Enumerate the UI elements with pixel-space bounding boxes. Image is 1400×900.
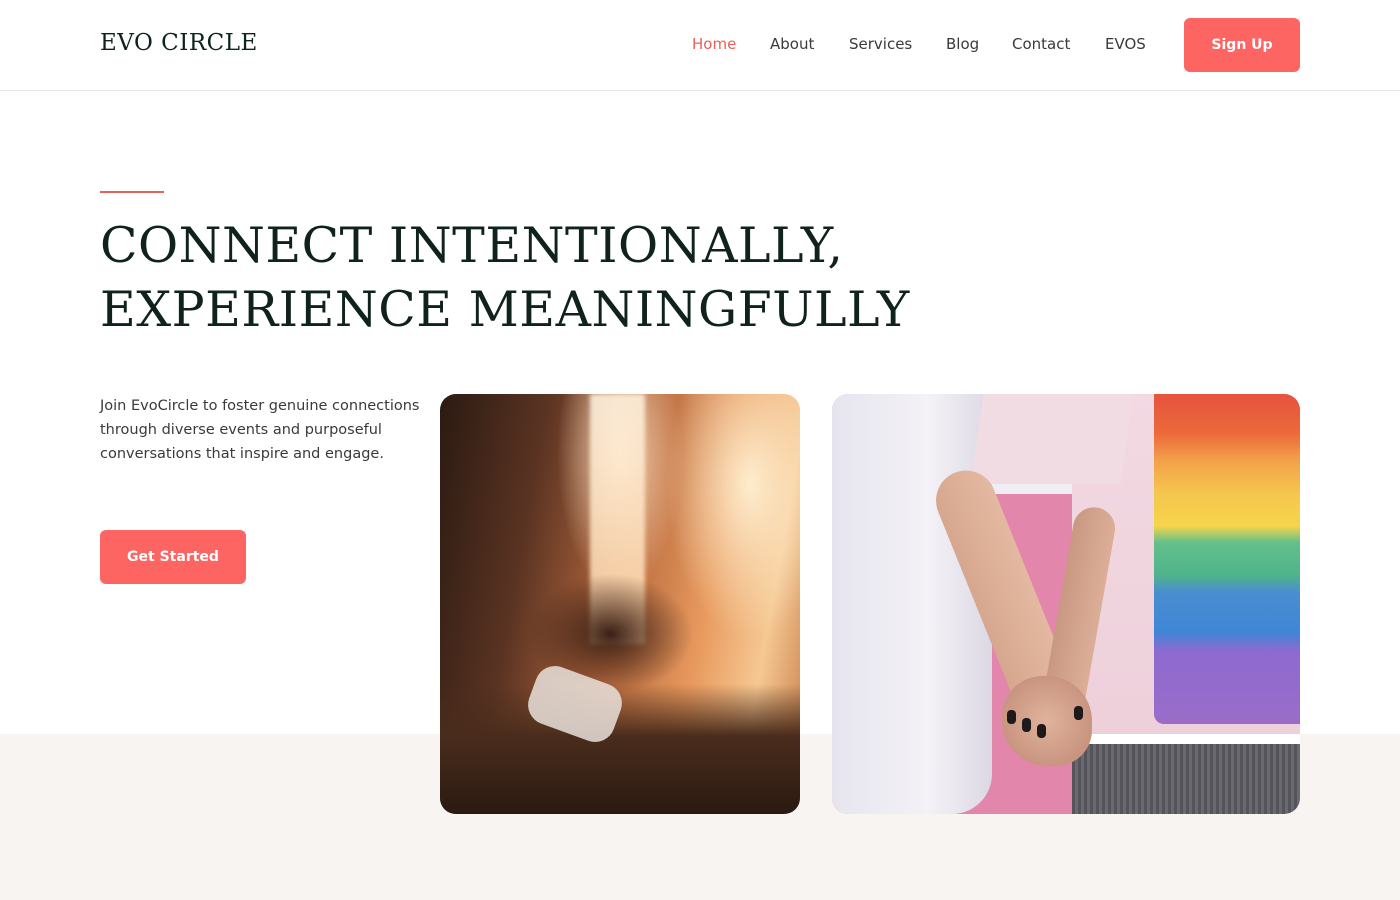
hero-title-line-1: CONNECT INTENTIONALLY, xyxy=(100,217,844,274)
jeans xyxy=(1072,744,1300,814)
painted-nail xyxy=(1007,710,1016,724)
painted-nail xyxy=(1037,724,1046,738)
rainbow-flag xyxy=(1154,394,1300,724)
get-started-button[interactable]: Get Started xyxy=(100,530,246,584)
hero-image-woman-sunlit-room xyxy=(440,394,800,814)
sign-up-button[interactable]: Sign Up xyxy=(1184,18,1300,72)
nav-item-blog[interactable]: Blog xyxy=(946,35,979,53)
shirt-sleeve xyxy=(970,394,1134,484)
hero-description: Join EvoCircle to foster genuine connect… xyxy=(100,398,420,462)
nav-item-evos[interactable]: EVOS xyxy=(1105,35,1146,53)
left-shirt xyxy=(832,394,992,814)
nav-item-about[interactable]: About xyxy=(770,35,814,53)
hero-image-holding-hands-pride-flag xyxy=(832,394,1300,814)
hero-title-line-2: EXPERIENCE MEANINGFULLY xyxy=(100,281,910,338)
nav-item-home[interactable]: Home xyxy=(692,35,736,53)
nav-item-services[interactable]: Services xyxy=(849,35,912,53)
site-header: EVO CIRCLE Home About Services Blog Cont… xyxy=(0,0,1400,91)
painted-nail xyxy=(1022,718,1031,732)
hero-accent-line xyxy=(100,191,164,193)
painted-nail xyxy=(1074,706,1083,720)
nav-item-contact[interactable]: Contact xyxy=(1012,35,1070,53)
hero-title: CONNECT INTENTIONALLY, EXPERIENCE MEANIN… xyxy=(100,214,910,342)
